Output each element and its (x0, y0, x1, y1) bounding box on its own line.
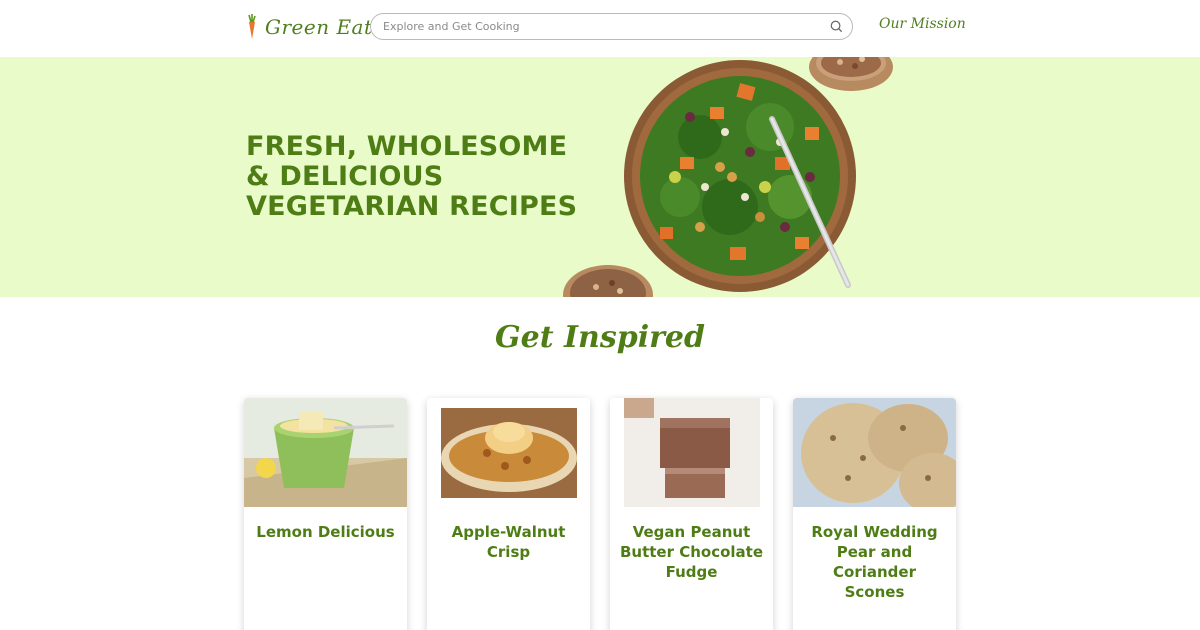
search-bar (370, 13, 853, 40)
search-icon[interactable] (829, 19, 844, 34)
recipe-title: Lemon Delicious (256, 523, 395, 541)
recipe-title: Vegan Peanut Butter Chocolate Fudge (619, 523, 764, 581)
hero-title-line: VEGETARIAN RECIPES (246, 191, 578, 222)
salad-bowl-image (563, 57, 893, 297)
site-header: Green Eats Our Mission (0, 0, 1200, 57)
search-input[interactable] (371, 14, 811, 39)
hero-title-line: FRESH, WHOLESOME (246, 131, 568, 162)
recipe-card[interactable]: Apple-Walnut Crisp (427, 398, 590, 630)
brand-logo-link[interactable]: Green Eats (245, 12, 383, 42)
recipe-image (610, 398, 773, 507)
recipe-card[interactable]: Vegan Peanut Butter Chocolate Fudge (610, 398, 773, 630)
carrot-icon (248, 14, 256, 39)
recipe-title: Royal Wedding Pear and Coriander Scones (811, 523, 938, 601)
recipe-card[interactable]: Lemon Delicious (244, 398, 407, 630)
hero-title: FRESH, WHOLESOME & DELICIOUS VEGETARIAN … (246, 132, 586, 222)
section-title: Get Inspired (495, 320, 705, 355)
hero-banner: FRESH, WHOLESOME & DELICIOUS VEGETARIAN … (0, 57, 1200, 297)
recipe-image (244, 398, 407, 507)
recipe-title: Apple-Walnut Crisp (451, 523, 566, 561)
recipe-image (427, 398, 590, 507)
our-mission-link[interactable]: Our Mission (879, 16, 966, 32)
hero-title-line: & DELICIOUS (246, 161, 444, 192)
recipe-card[interactable]: Royal Wedding Pear and Coriander Scones (793, 398, 956, 630)
recipe-card-grid: Lemon Delicious Apple-Walnut Crisp Vegan… (244, 398, 956, 630)
recipe-image (793, 398, 956, 507)
brand-name: Green Eats (265, 15, 384, 39)
